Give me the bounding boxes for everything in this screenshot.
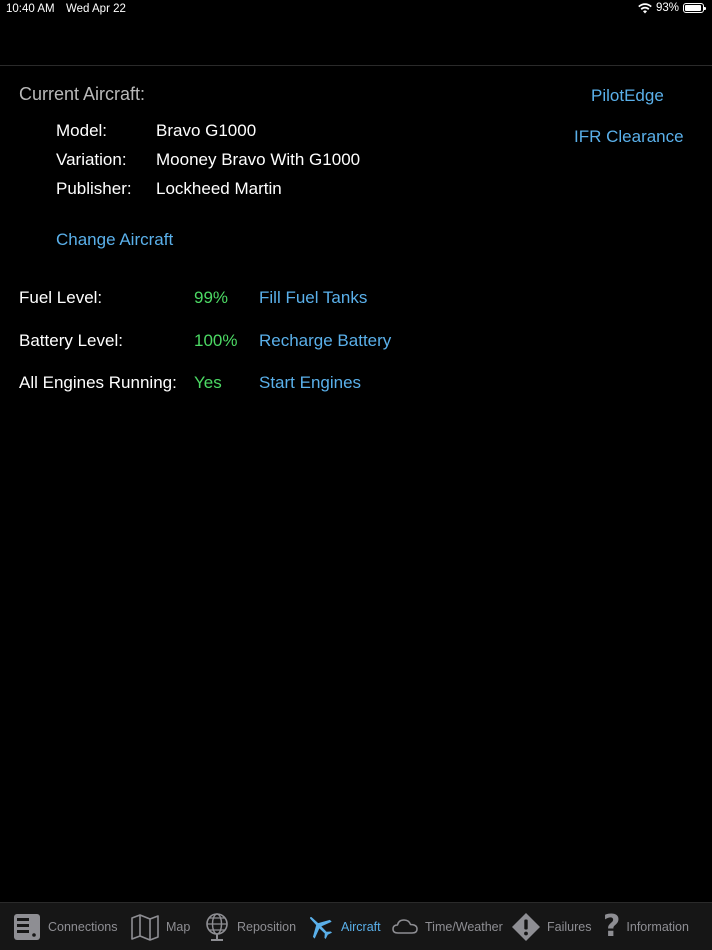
server-icon: [14, 914, 40, 940]
question-icon: ?: [603, 909, 621, 944]
variation-label: Variation:: [56, 150, 127, 169]
recharge-battery-button[interactable]: Recharge Battery: [259, 331, 391, 351]
cloud-icon: [392, 919, 418, 934]
battery-fill: [685, 5, 701, 11]
change-aircraft-link[interactable]: Change Aircraft: [56, 230, 173, 250]
status-right: 93%: [638, 2, 706, 14]
status-date: Wed Apr 22: [66, 3, 126, 15]
warning-icon: [512, 913, 540, 941]
fuel-label: Fuel Level:: [19, 288, 103, 307]
engines-value: Yes: [194, 373, 222, 392]
tab-aircraft[interactable]: Aircraft: [305, 903, 381, 950]
battery-icon: [683, 3, 706, 13]
map-icon: [131, 914, 159, 941]
tab-failures[interactable]: Failures: [511, 903, 591, 950]
globe-icon: [206, 913, 228, 941]
ifr-clearance-link[interactable]: IFR Clearance: [574, 127, 684, 147]
start-engines-button[interactable]: Start Engines: [259, 373, 361, 393]
tab-map[interactable]: Map: [130, 903, 190, 950]
battery-label: Battery Level:: [19, 331, 123, 350]
airplane-icon: [310, 917, 333, 940]
engines-label: All Engines Running:: [19, 373, 177, 392]
current-aircraft-title: Current Aircraft:: [19, 84, 146, 104]
publisher-label: Publisher:: [56, 179, 132, 198]
model-value: Bravo G1000: [156, 121, 257, 140]
tab-aircraft-label: Aircraft: [341, 920, 381, 934]
variation-value: Mooney Bravo With G1000: [156, 150, 361, 169]
tab-reposition-label: Reposition: [237, 920, 297, 934]
tab-bar: Connections Map Reposition Aircraft Time…: [0, 902, 712, 950]
model-label: Model:: [56, 121, 108, 140]
tab-time-weather-label: Time/Weather: [425, 920, 503, 934]
status-time: 10:40 AM: [6, 3, 55, 15]
tab-map-label: Map: [166, 920, 191, 934]
tab-reposition[interactable]: Reposition: [203, 903, 296, 950]
battery-row: Battery Level: 100% Recharge Battery: [19, 331, 439, 353]
publisher-value: Lockheed Martin: [156, 179, 282, 198]
tab-failures-label: Failures: [547, 920, 592, 934]
status-bar: 10:40 AM Wed Apr 22 93%: [0, 0, 712, 20]
header-divider: [0, 65, 712, 66]
fuel-row: Fuel Level: 99% Fill Fuel Tanks: [19, 288, 439, 310]
tab-information[interactable]: ? Information: [603, 903, 689, 950]
fuel-value: 99%: [194, 288, 229, 307]
tab-information-label: Information: [626, 920, 689, 934]
wifi-icon: [638, 2, 652, 13]
engines-row: All Engines Running: Yes Start Engines: [19, 373, 439, 395]
battery-value: 100%: [194, 331, 238, 350]
tab-time-weather[interactable]: Time/Weather: [391, 903, 503, 950]
battery-percent: 93%: [655, 2, 679, 14]
pilotedge-link[interactable]: PilotEdge: [591, 86, 664, 106]
tab-connections-label: Connections: [48, 920, 118, 934]
fill-fuel-tanks-button[interactable]: Fill Fuel Tanks: [259, 288, 367, 308]
tab-connections[interactable]: Connections: [12, 903, 118, 950]
